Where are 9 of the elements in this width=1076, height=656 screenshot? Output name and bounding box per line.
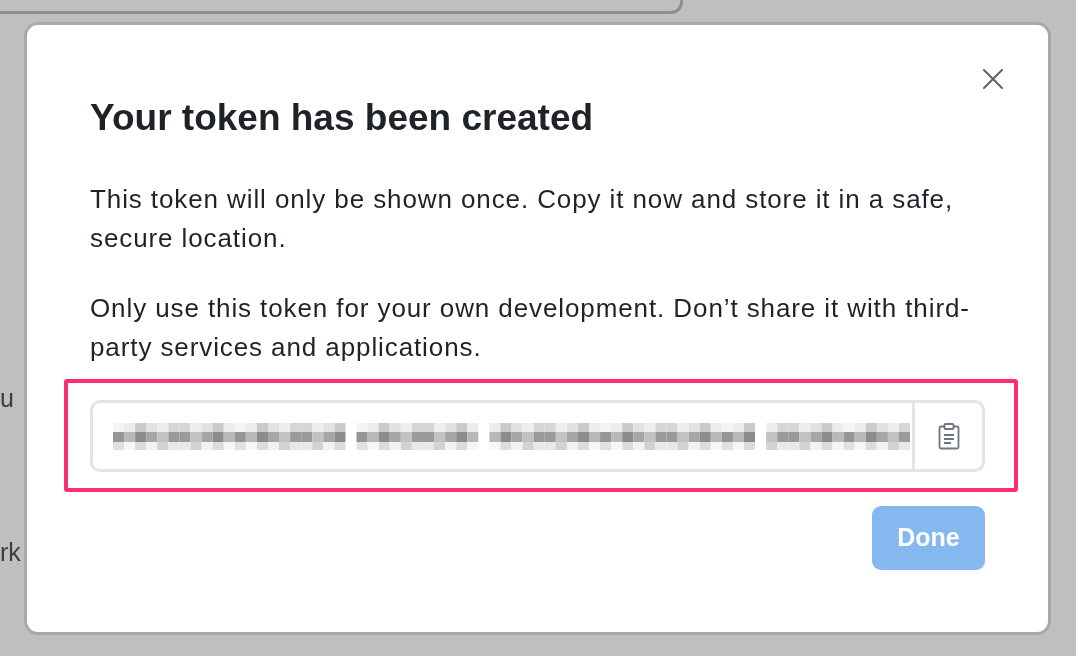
dialog-paragraph: Only use this token for your own development. Don’t share it with third-party services and applications. bbox=[90, 292, 971, 364]
close-button[interactable] bbox=[983, 69, 1003, 89]
background-text: u bbox=[0, 384, 14, 412]
token-field[interactable] bbox=[90, 400, 985, 472]
clipboard-icon bbox=[937, 422, 960, 450]
close-icon bbox=[983, 69, 1003, 89]
dialog-paragraph: This token will only be shown once. Copy it now and store it in a safe, secure location. bbox=[90, 183, 955, 255]
dialog-title: Your token has been created bbox=[90, 96, 594, 140]
background-text: rk bbox=[0, 538, 21, 566]
